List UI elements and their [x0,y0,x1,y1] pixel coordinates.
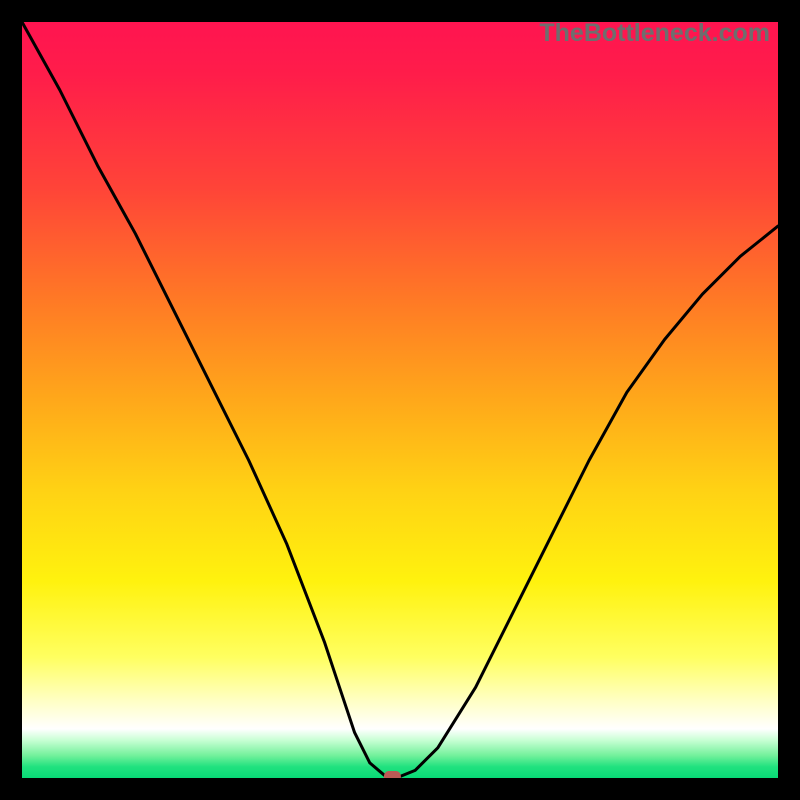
optimum-marker [384,771,401,778]
curve-svg [22,22,778,778]
bottleneck-curve-path [22,22,778,777]
chart-frame: TheBottleneck.com [0,0,800,800]
plot-area: TheBottleneck.com [22,22,778,778]
